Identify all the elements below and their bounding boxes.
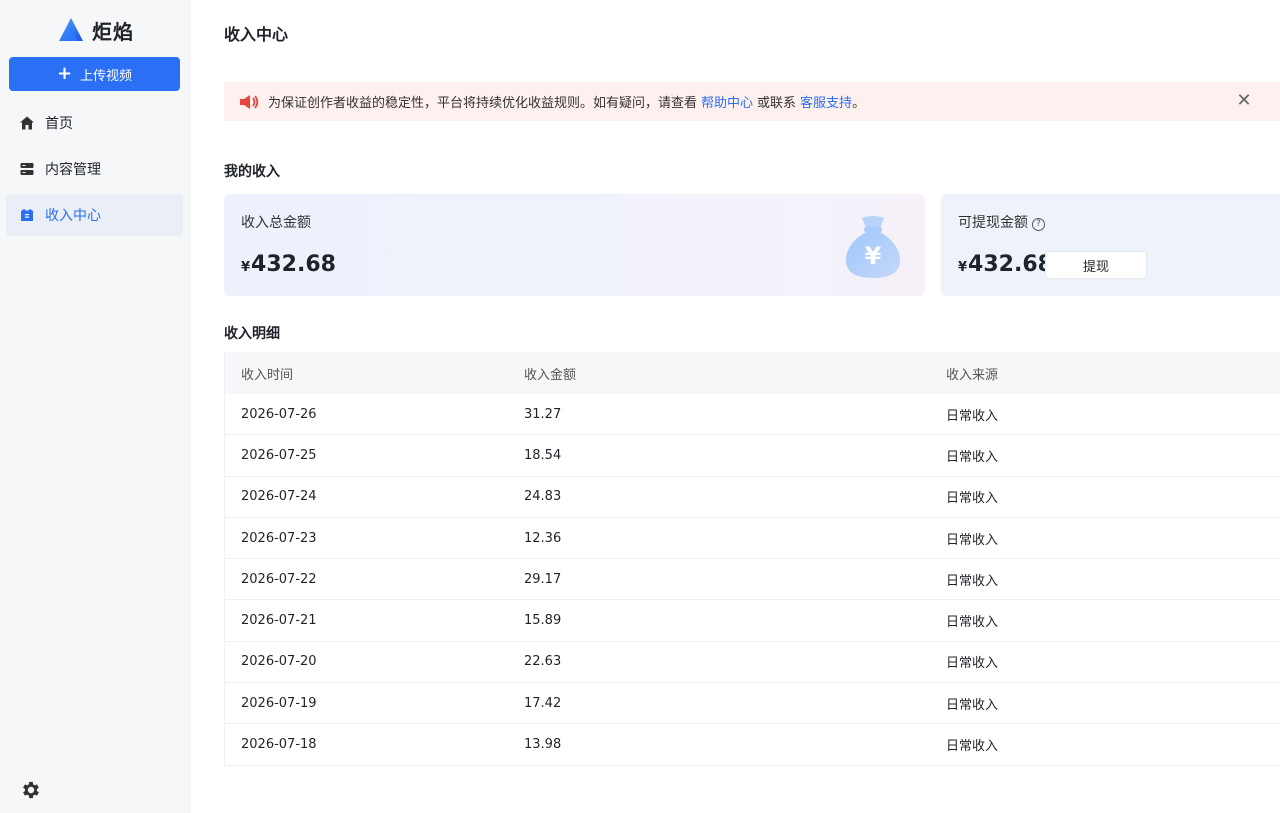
cell-source: 日常收入 [946,656,999,672]
sidebar-item-home[interactable]: 首页 [6,102,183,144]
cell-source: 日常收入 [946,615,999,631]
upload-video-label: 上传视频 [80,68,133,84]
cell-date: 2026-07-22 [241,571,317,587]
cell-source: 日常收入 [946,408,999,424]
available-income-card: 可提现金额? ¥432.68 提现 [941,194,1280,296]
currency-symbol: ¥ [958,260,968,275]
home-icon [20,116,34,130]
cell-source: 日常收入 [946,739,999,755]
cell-amount: 29.17 [524,571,562,587]
table-header: 收入时间 收入金额 收入来源 [225,352,1280,394]
cell-date: 2026-07-19 [241,695,317,711]
total-income-amount: ¥432.68 [241,252,336,277]
available-income-label-text: 可提现金额 [958,215,1028,231]
cell-amount: 22.63 [524,654,562,670]
available-income-label: 可提现金额? [958,212,1045,232]
svg-text:¥: ¥ [865,242,882,270]
table-row: 2026-07-26 31.27 日常收入 [225,394,1280,436]
table-row: 2026-07-21 15.89 日常收入 [225,600,1280,642]
cell-amount: 13.98 [524,737,562,753]
withdraw-button[interactable]: 提现 [1045,251,1147,279]
cell-date: 2026-07-18 [241,737,317,753]
cell-source: 日常收入 [946,532,999,548]
cell-amount: 18.54 [524,447,562,463]
cell-amount: 24.83 [524,489,562,505]
table-row: 2026-07-24 24.83 日常收入 [225,477,1280,518]
column-header-amount: 收入金额 [524,367,577,383]
column-header-source: 收入来源 [946,367,999,383]
cell-amount: 31.27 [524,406,562,422]
available-income-amount: ¥432.68 [958,252,1053,277]
cell-date: 2026-07-26 [241,406,317,422]
content-icon [20,163,34,175]
sidebar-item-income[interactable]: 收入中心 [6,194,183,236]
upload-video-button[interactable]: + 上传视频 [9,57,180,91]
notice-text-middle: 或联系 [757,96,797,111]
currency-symbol: ¥ [241,260,251,275]
gear-icon[interactable] [20,779,42,801]
cell-date: 2026-07-23 [241,530,317,546]
table-row: 2026-07-20 22.63 日常收入 [225,642,1280,684]
money-bag-icon: ¥ [846,216,900,278]
help-icon[interactable]: ? [1032,218,1045,231]
notice-text-end: 。 [852,96,866,111]
table-row: 2026-07-23 12.36 日常收入 [225,518,1280,560]
speaker-icon [240,94,259,109]
sidebar-item-label: 收入中心 [45,208,101,224]
income-icon [21,209,33,221]
logo[interactable]: 炬焰 [58,16,134,44]
customer-support-link[interactable]: 客服支持 [800,92,852,111]
page-title: 收入中心 [224,25,289,44]
cell-source: 日常收入 [946,491,999,507]
sidebar: 炬焰 + 上传视频 首页 内容管理 收入中心 [0,0,191,813]
available-income-value: 432.68 [968,252,1053,277]
logo-text: 炬焰 [92,19,134,44]
notice-text: 为保证创作者收益的稳定性，平台将持续优化收益规则。如有疑问，请查看 [268,96,698,111]
table-row: 2026-07-22 29.17 日常收入 [225,559,1280,601]
table-row: 2026-07-18 13.98 日常收入 [225,724,1280,766]
total-income-card: 收入总金额 ¥432.68 ¥ [224,194,925,296]
logo-icon [59,18,83,41]
my-income-title: 我的收入 [224,164,280,180]
cell-source: 日常收入 [946,573,999,589]
income-details-table: 收入时间 收入金额 收入来源 2026-07-26 31.27 日常收入 202… [224,352,1280,766]
table-row: 2026-07-25 18.54 日常收入 [225,435,1280,477]
cell-date: 2026-07-24 [241,489,317,505]
column-header-time: 收入时间 [241,367,294,383]
cell-amount: 17.42 [524,695,562,711]
sidebar-item-content[interactable]: 内容管理 [6,148,183,190]
sidebar-item-label: 首页 [45,116,73,132]
cell-source: 日常收入 [946,449,999,465]
cell-date: 2026-07-25 [241,447,317,463]
close-icon[interactable]: ✕ [1234,91,1254,111]
notice-banner: 为保证创作者收益的稳定性，平台将持续优化收益规则。如有疑问，请查看 帮助中心 或… [224,82,1280,121]
help-center-link[interactable]: 帮助中心 [701,92,753,111]
plus-icon: + [56,63,73,84]
table-row: 2026-07-19 17.42 日常收入 [225,683,1280,725]
cell-amount: 12.36 [524,530,562,546]
total-income-value: 432.68 [251,252,336,277]
sidebar-nav: 首页 内容管理 收入中心 [6,102,183,240]
cell-date: 2026-07-20 [241,654,317,670]
cell-date: 2026-07-21 [241,613,317,629]
cell-amount: 15.89 [524,613,562,629]
total-income-label: 收入总金额 [241,215,311,231]
income-details-title: 收入明细 [224,326,280,342]
cell-source: 日常收入 [946,697,999,713]
sidebar-item-label: 内容管理 [45,162,101,178]
